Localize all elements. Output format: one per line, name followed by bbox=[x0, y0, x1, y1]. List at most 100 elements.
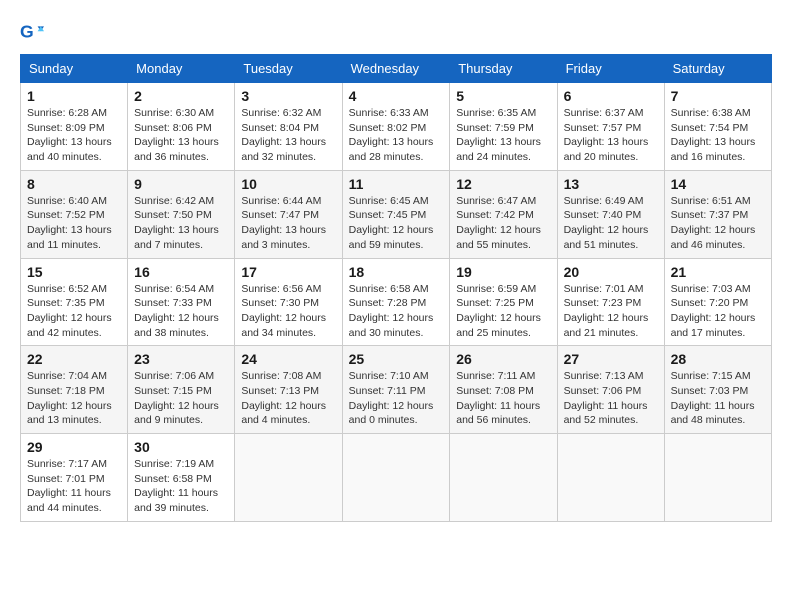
logo: G bbox=[20, 20, 48, 44]
page-header: G bbox=[20, 20, 772, 44]
calendar-header-row: SundayMondayTuesdayWednesdayThursdayFrid… bbox=[21, 55, 772, 83]
day-info: Sunrise: 7:11 AMSunset: 7:08 PMDaylight:… bbox=[456, 370, 540, 426]
header-tuesday: Tuesday bbox=[235, 55, 342, 83]
day-info: Sunrise: 6:47 AMSunset: 7:42 PMDaylight:… bbox=[456, 195, 541, 251]
day-info: Sunrise: 6:38 AMSunset: 7:54 PMDaylight:… bbox=[671, 107, 756, 163]
day-info: Sunrise: 6:45 AMSunset: 7:45 PMDaylight:… bbox=[349, 195, 434, 251]
day-number: 22 bbox=[27, 351, 121, 367]
day-number: 16 bbox=[134, 264, 228, 280]
logo-icon: G bbox=[20, 20, 44, 44]
day-info: Sunrise: 6:40 AMSunset: 7:52 PMDaylight:… bbox=[27, 195, 112, 251]
calendar-cell: 30 Sunrise: 7:19 AMSunset: 6:58 PMDaylig… bbox=[128, 434, 235, 522]
day-info: Sunrise: 6:35 AMSunset: 7:59 PMDaylight:… bbox=[456, 107, 541, 163]
day-number: 5 bbox=[456, 88, 550, 104]
day-number: 29 bbox=[27, 439, 121, 455]
week-row-4: 22 Sunrise: 7:04 AMSunset: 7:18 PMDaylig… bbox=[21, 346, 772, 434]
calendar-cell: 1 Sunrise: 6:28 AMSunset: 8:09 PMDayligh… bbox=[21, 83, 128, 171]
day-number: 17 bbox=[241, 264, 335, 280]
calendar-cell: 17 Sunrise: 6:56 AMSunset: 7:30 PMDaylig… bbox=[235, 258, 342, 346]
calendar-cell: 5 Sunrise: 6:35 AMSunset: 7:59 PMDayligh… bbox=[450, 83, 557, 171]
day-info: Sunrise: 7:10 AMSunset: 7:11 PMDaylight:… bbox=[349, 370, 434, 426]
day-number: 27 bbox=[564, 351, 658, 367]
day-info: Sunrise: 7:15 AMSunset: 7:03 PMDaylight:… bbox=[671, 370, 755, 426]
week-row-1: 1 Sunrise: 6:28 AMSunset: 8:09 PMDayligh… bbox=[21, 83, 772, 171]
day-info: Sunrise: 7:01 AMSunset: 7:23 PMDaylight:… bbox=[564, 283, 649, 339]
day-info: Sunrise: 6:44 AMSunset: 7:47 PMDaylight:… bbox=[241, 195, 326, 251]
week-row-3: 15 Sunrise: 6:52 AMSunset: 7:35 PMDaylig… bbox=[21, 258, 772, 346]
day-number: 1 bbox=[27, 88, 121, 104]
day-number: 20 bbox=[564, 264, 658, 280]
day-info: Sunrise: 6:37 AMSunset: 7:57 PMDaylight:… bbox=[564, 107, 649, 163]
calendar-cell: 10 Sunrise: 6:44 AMSunset: 7:47 PMDaylig… bbox=[235, 170, 342, 258]
day-number: 21 bbox=[671, 264, 765, 280]
calendar-cell bbox=[664, 434, 771, 522]
calendar-cell: 11 Sunrise: 6:45 AMSunset: 7:45 PMDaylig… bbox=[342, 170, 450, 258]
calendar-cell: 13 Sunrise: 6:49 AMSunset: 7:40 PMDaylig… bbox=[557, 170, 664, 258]
calendar-cell: 24 Sunrise: 7:08 AMSunset: 7:13 PMDaylig… bbox=[235, 346, 342, 434]
day-info: Sunrise: 6:32 AMSunset: 8:04 PMDaylight:… bbox=[241, 107, 326, 163]
calendar-cell: 20 Sunrise: 7:01 AMSunset: 7:23 PMDaylig… bbox=[557, 258, 664, 346]
calendar-cell: 27 Sunrise: 7:13 AMSunset: 7:06 PMDaylig… bbox=[557, 346, 664, 434]
day-info: Sunrise: 6:58 AMSunset: 7:28 PMDaylight:… bbox=[349, 283, 434, 339]
day-number: 26 bbox=[456, 351, 550, 367]
day-info: Sunrise: 6:30 AMSunset: 8:06 PMDaylight:… bbox=[134, 107, 219, 163]
day-number: 30 bbox=[134, 439, 228, 455]
day-number: 9 bbox=[134, 176, 228, 192]
day-number: 18 bbox=[349, 264, 444, 280]
calendar-cell bbox=[557, 434, 664, 522]
day-info: Sunrise: 6:54 AMSunset: 7:33 PMDaylight:… bbox=[134, 283, 219, 339]
day-number: 4 bbox=[349, 88, 444, 104]
calendar-cell: 15 Sunrise: 6:52 AMSunset: 7:35 PMDaylig… bbox=[21, 258, 128, 346]
header-saturday: Saturday bbox=[664, 55, 771, 83]
calendar-cell: 22 Sunrise: 7:04 AMSunset: 7:18 PMDaylig… bbox=[21, 346, 128, 434]
header-wednesday: Wednesday bbox=[342, 55, 450, 83]
day-number: 10 bbox=[241, 176, 335, 192]
day-number: 12 bbox=[456, 176, 550, 192]
day-info: Sunrise: 7:03 AMSunset: 7:20 PMDaylight:… bbox=[671, 283, 756, 339]
day-number: 7 bbox=[671, 88, 765, 104]
day-info: Sunrise: 6:42 AMSunset: 7:50 PMDaylight:… bbox=[134, 195, 219, 251]
calendar-cell: 19 Sunrise: 6:59 AMSunset: 7:25 PMDaylig… bbox=[450, 258, 557, 346]
calendar-cell bbox=[235, 434, 342, 522]
calendar-cell bbox=[342, 434, 450, 522]
calendar-cell: 8 Sunrise: 6:40 AMSunset: 7:52 PMDayligh… bbox=[21, 170, 128, 258]
calendar-table: SundayMondayTuesdayWednesdayThursdayFrid… bbox=[20, 54, 772, 522]
calendar-cell: 25 Sunrise: 7:10 AMSunset: 7:11 PMDaylig… bbox=[342, 346, 450, 434]
day-number: 25 bbox=[349, 351, 444, 367]
calendar-cell bbox=[450, 434, 557, 522]
calendar-cell: 26 Sunrise: 7:11 AMSunset: 7:08 PMDaylig… bbox=[450, 346, 557, 434]
day-info: Sunrise: 6:56 AMSunset: 7:30 PMDaylight:… bbox=[241, 283, 326, 339]
day-info: Sunrise: 6:49 AMSunset: 7:40 PMDaylight:… bbox=[564, 195, 649, 251]
day-info: Sunrise: 7:04 AMSunset: 7:18 PMDaylight:… bbox=[27, 370, 112, 426]
calendar-cell: 14 Sunrise: 6:51 AMSunset: 7:37 PMDaylig… bbox=[664, 170, 771, 258]
day-number: 3 bbox=[241, 88, 335, 104]
day-info: Sunrise: 6:28 AMSunset: 8:09 PMDaylight:… bbox=[27, 107, 112, 163]
calendar-cell: 6 Sunrise: 6:37 AMSunset: 7:57 PMDayligh… bbox=[557, 83, 664, 171]
day-number: 28 bbox=[671, 351, 765, 367]
day-number: 6 bbox=[564, 88, 658, 104]
day-info: Sunrise: 7:08 AMSunset: 7:13 PMDaylight:… bbox=[241, 370, 326, 426]
calendar-cell: 16 Sunrise: 6:54 AMSunset: 7:33 PMDaylig… bbox=[128, 258, 235, 346]
calendar-cell: 23 Sunrise: 7:06 AMSunset: 7:15 PMDaylig… bbox=[128, 346, 235, 434]
day-number: 8 bbox=[27, 176, 121, 192]
header-sunday: Sunday bbox=[21, 55, 128, 83]
calendar-cell: 9 Sunrise: 6:42 AMSunset: 7:50 PMDayligh… bbox=[128, 170, 235, 258]
day-info: Sunrise: 6:33 AMSunset: 8:02 PMDaylight:… bbox=[349, 107, 434, 163]
header-monday: Monday bbox=[128, 55, 235, 83]
calendar-cell: 21 Sunrise: 7:03 AMSunset: 7:20 PMDaylig… bbox=[664, 258, 771, 346]
calendar-cell: 7 Sunrise: 6:38 AMSunset: 7:54 PMDayligh… bbox=[664, 83, 771, 171]
calendar-cell: 12 Sunrise: 6:47 AMSunset: 7:42 PMDaylig… bbox=[450, 170, 557, 258]
day-info: Sunrise: 7:19 AMSunset: 6:58 PMDaylight:… bbox=[134, 458, 218, 514]
day-number: 23 bbox=[134, 351, 228, 367]
day-number: 15 bbox=[27, 264, 121, 280]
day-number: 2 bbox=[134, 88, 228, 104]
day-number: 19 bbox=[456, 264, 550, 280]
header-friday: Friday bbox=[557, 55, 664, 83]
svg-text:G: G bbox=[20, 22, 34, 42]
day-number: 13 bbox=[564, 176, 658, 192]
week-row-5: 29 Sunrise: 7:17 AMSunset: 7:01 PMDaylig… bbox=[21, 434, 772, 522]
day-number: 14 bbox=[671, 176, 765, 192]
day-info: Sunrise: 6:52 AMSunset: 7:35 PMDaylight:… bbox=[27, 283, 112, 339]
calendar-cell: 2 Sunrise: 6:30 AMSunset: 8:06 PMDayligh… bbox=[128, 83, 235, 171]
day-number: 11 bbox=[349, 176, 444, 192]
